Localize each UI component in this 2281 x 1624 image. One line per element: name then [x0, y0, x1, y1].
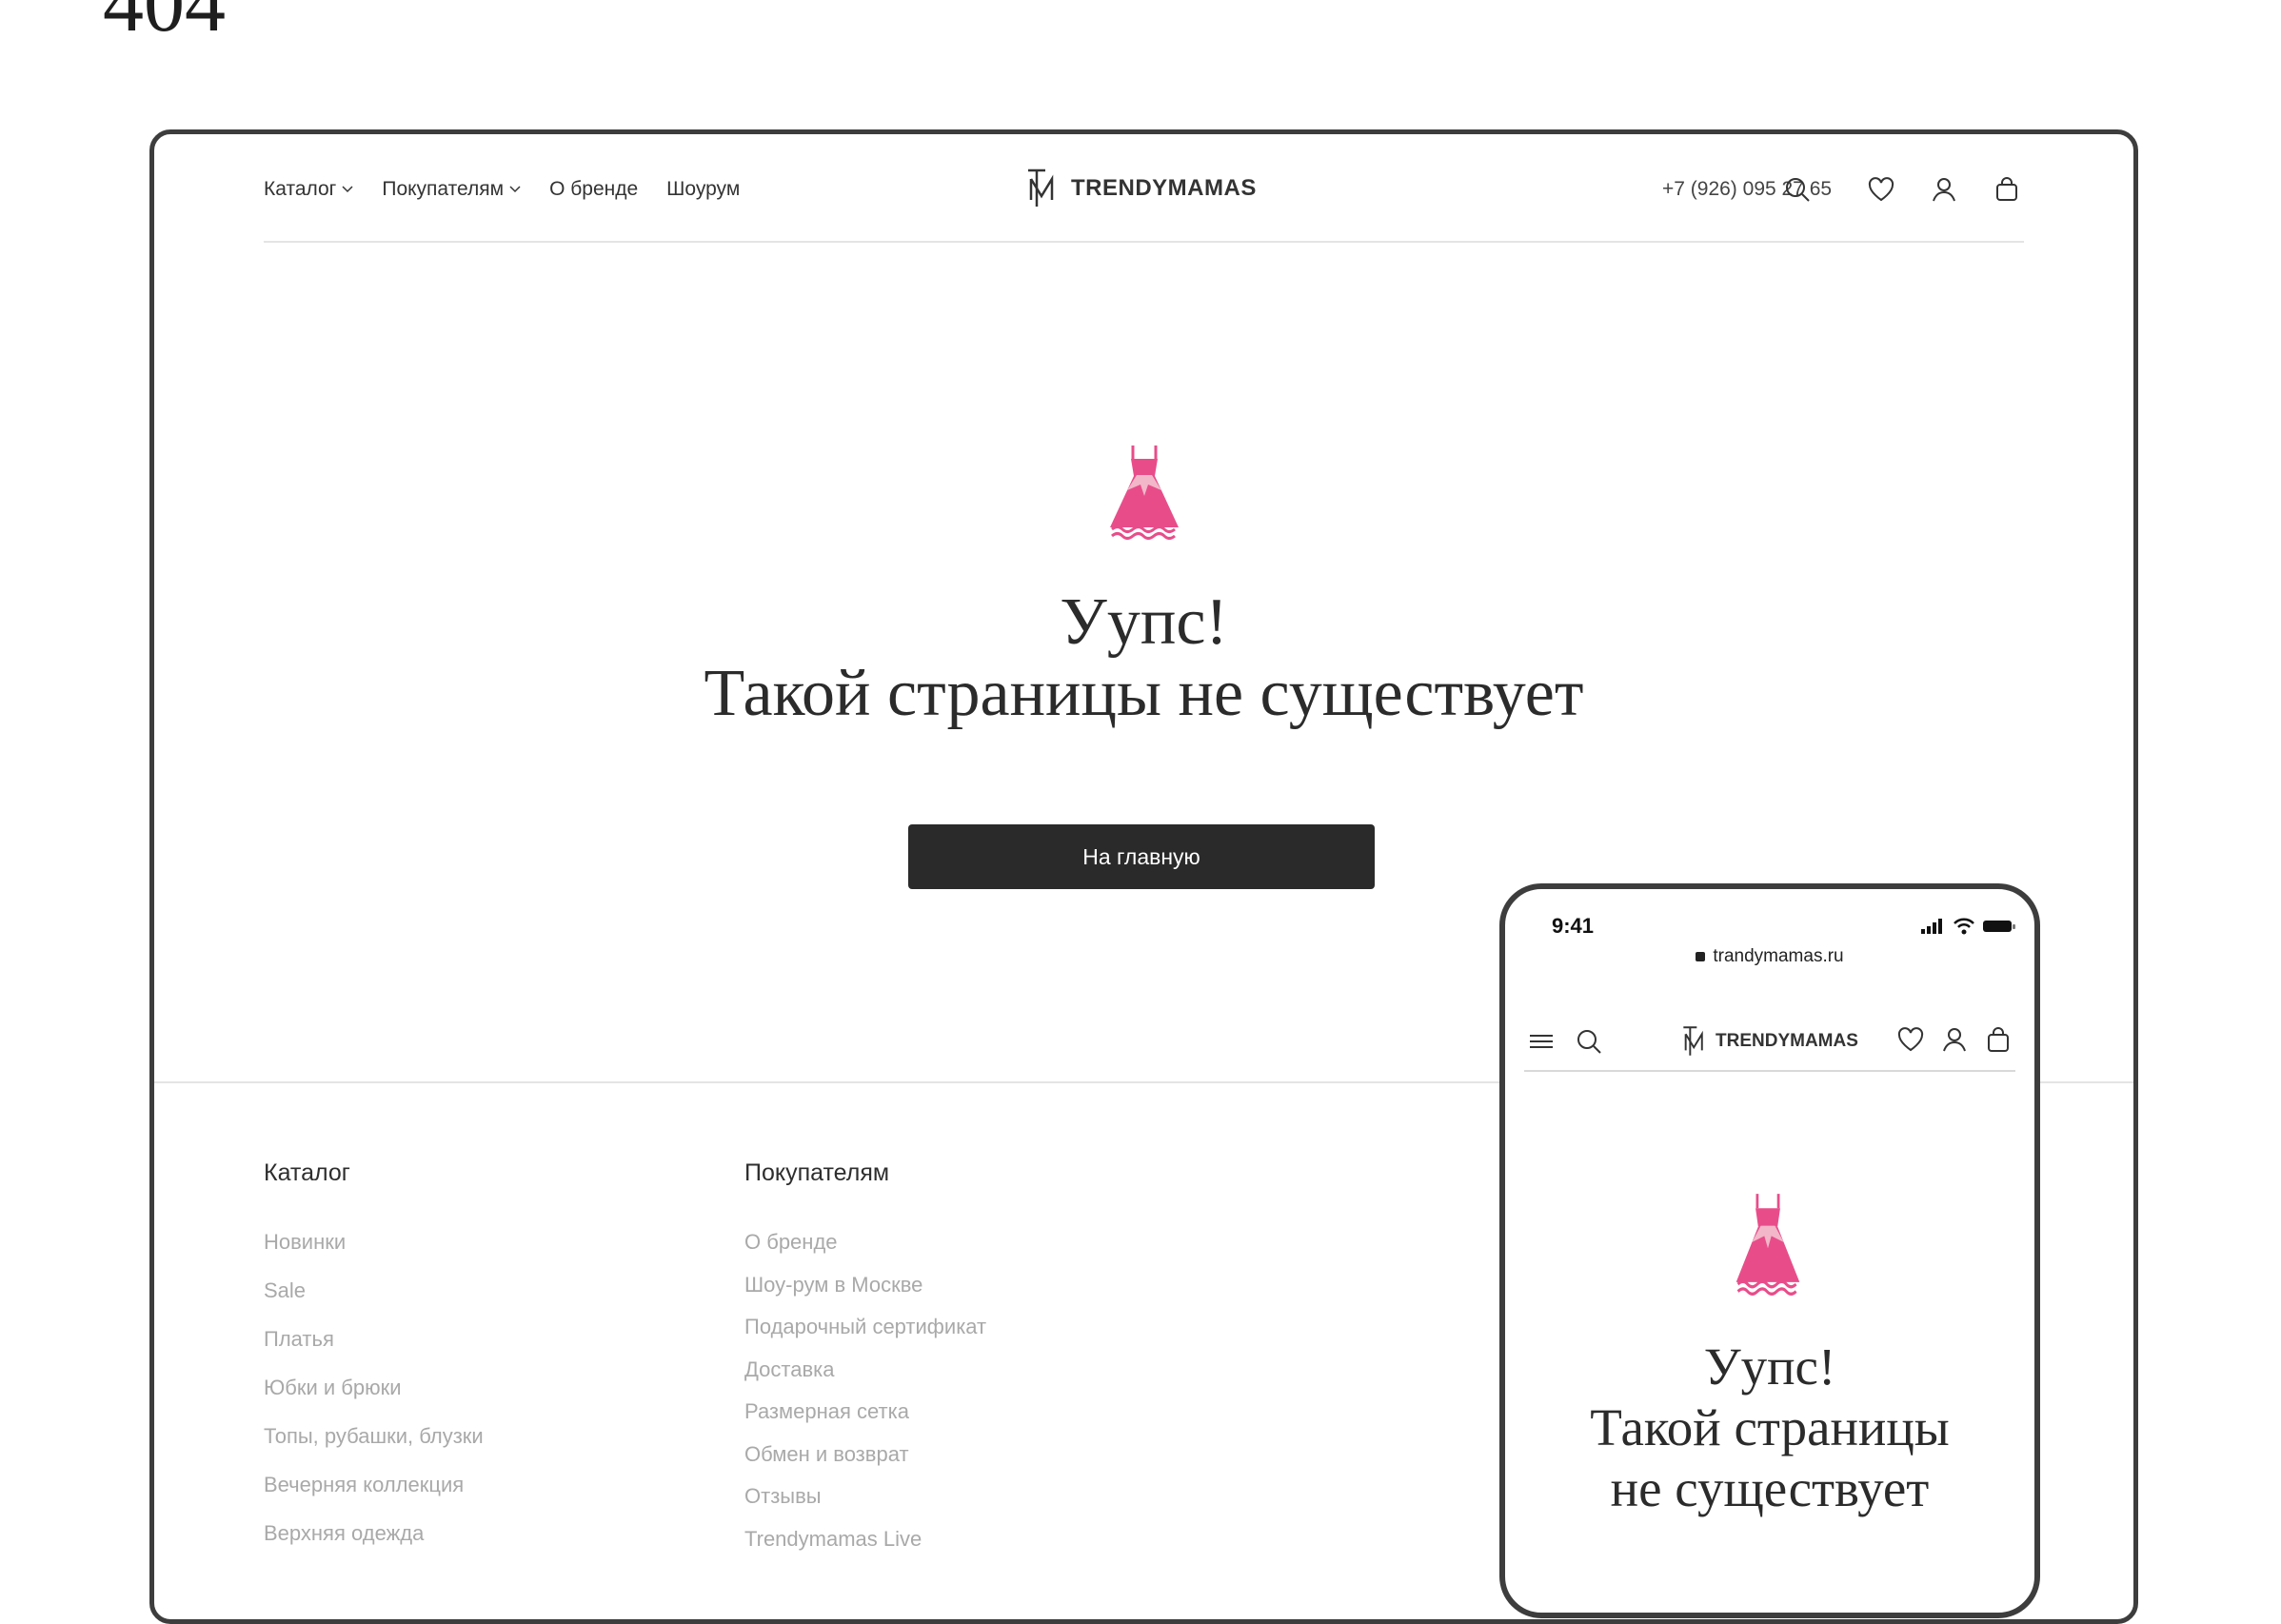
tm-monogram-icon: [1028, 168, 1054, 207]
footer-link[interactable]: Trendymamas Live: [744, 1527, 986, 1570]
mobile-title-line1: Уупс!: [1703, 1337, 1836, 1396]
nav-item-buyers[interactable]: Покупателям: [382, 178, 521, 201]
user-icon[interactable]: [1937, 1022, 1972, 1057]
footer-catalog-heading: Каталог: [264, 1159, 350, 1186]
footer-link[interactable]: Доставка: [744, 1357, 986, 1400]
lock-icon: [1696, 951, 1706, 961]
footer-link[interactable]: О бренде: [744, 1230, 986, 1273]
status-icons: [1920, 918, 2015, 935]
error-title: Уупс! Такой страницы не существует: [154, 586, 2133, 729]
mobile-title-line3: не существует: [1610, 1459, 1930, 1517]
nav-item-about[interactable]: О бренде: [549, 178, 638, 201]
footer-catalog-column: Каталог Новинки Sale Платья Юбки и брюки…: [264, 1159, 484, 1570]
nav-item-catalog[interactable]: Каталог: [264, 178, 353, 201]
mobile-error-title: Уупс! Такой страницы не существует: [1505, 1337, 2034, 1519]
brand-name: TRENDYMAMAS: [1071, 175, 1257, 201]
battery-icon: [1983, 921, 2015, 932]
user-icon[interactable]: [1927, 172, 1961, 207]
nav-item-label: Каталог: [264, 178, 337, 200]
footer-link[interactable]: Подарочный сертификат: [744, 1315, 986, 1357]
mobile-header-left: [1524, 1024, 1606, 1059]
error-title-line1: Уупс!: [1060, 585, 1228, 659]
mobile-header: TRENDYMAMAS: [1524, 1013, 2015, 1072]
bag-icon[interactable]: [1981, 1022, 2015, 1057]
wifi-icon: [1954, 918, 1974, 935]
site-header: Каталог Покупателям О бренде Шоурум TREN…: [264, 134, 2024, 243]
url-text: trandymamas.ru: [1713, 946, 1844, 966]
footer-link[interactable]: Юбки и брюки: [264, 1376, 484, 1424]
dress-icon: [1110, 446, 1179, 540]
footer-link[interactable]: Отзывы: [744, 1484, 986, 1527]
status-time: 9:41: [1552, 914, 1595, 938]
footer-link[interactable]: Топы, рубашки, блузки: [264, 1424, 484, 1473]
signal-icon: [1921, 919, 1942, 934]
nav-item-label: Шоурум: [666, 178, 741, 200]
tm-monogram-icon: [1683, 1026, 1703, 1056]
nav-item-label: Покупателям: [382, 178, 505, 200]
footer-link[interactable]: Размерная сетка: [744, 1399, 986, 1442]
brand-logo[interactable]: TRENDYMAMAS: [1681, 1024, 1858, 1059]
mobile-header-right: [1894, 1022, 2015, 1057]
menu-icon[interactable]: [1524, 1024, 1558, 1059]
search-icon[interactable]: [1780, 172, 1815, 207]
chevron-down-icon: [509, 186, 521, 193]
heart-icon[interactable]: [1864, 172, 1898, 207]
address-bar[interactable]: trandymamas.ru: [1505, 946, 2034, 967]
nav-item-label: О бренде: [549, 178, 639, 200]
footer-link[interactable]: Верхняя одежда: [264, 1521, 484, 1570]
mobile-title-line2: Такой страницы: [1590, 1398, 1950, 1456]
footer-buyers-heading: Покупателям: [744, 1159, 890, 1186]
main-nav: Каталог Покупателям О бренде Шоурум: [264, 178, 740, 201]
footer-link[interactable]: Sale: [264, 1278, 484, 1327]
chevron-down-icon: [342, 186, 353, 193]
brand-name: TRENDYMAMAS: [1716, 1031, 1858, 1051]
footer-link[interactable]: Новинки: [264, 1230, 484, 1278]
error-title-line2: Такой страницы не существует: [704, 657, 1584, 730]
footer-link[interactable]: Обмен и возврат: [744, 1442, 986, 1485]
search-icon[interactable]: [1572, 1024, 1606, 1059]
footer-link[interactable]: Платья: [264, 1327, 484, 1376]
footer-buyers-column: Покупателям О бренде Шоу-рум в Москве По…: [744, 1159, 986, 1569]
bag-icon[interactable]: [1990, 172, 2024, 207]
brand-logo[interactable]: TRENDYMAMAS: [1025, 168, 1257, 209]
page-heading-404: 404: [103, 0, 226, 49]
footer-link[interactable]: Шоу-рум в Москве: [744, 1273, 986, 1316]
heart-icon[interactable]: [1894, 1022, 1928, 1057]
header-icons: [1780, 172, 2024, 207]
home-button[interactable]: На главную: [908, 824, 1375, 889]
footer-link[interactable]: Вечерняя коллекция: [264, 1473, 484, 1521]
mobile-frame: 9:41 trandymamas.ru TRENDYMAMAS Уупс! Та…: [1499, 883, 2040, 1618]
dress-icon: [1736, 1194, 1800, 1296]
nav-item-showroom[interactable]: Шоурум: [666, 178, 740, 201]
